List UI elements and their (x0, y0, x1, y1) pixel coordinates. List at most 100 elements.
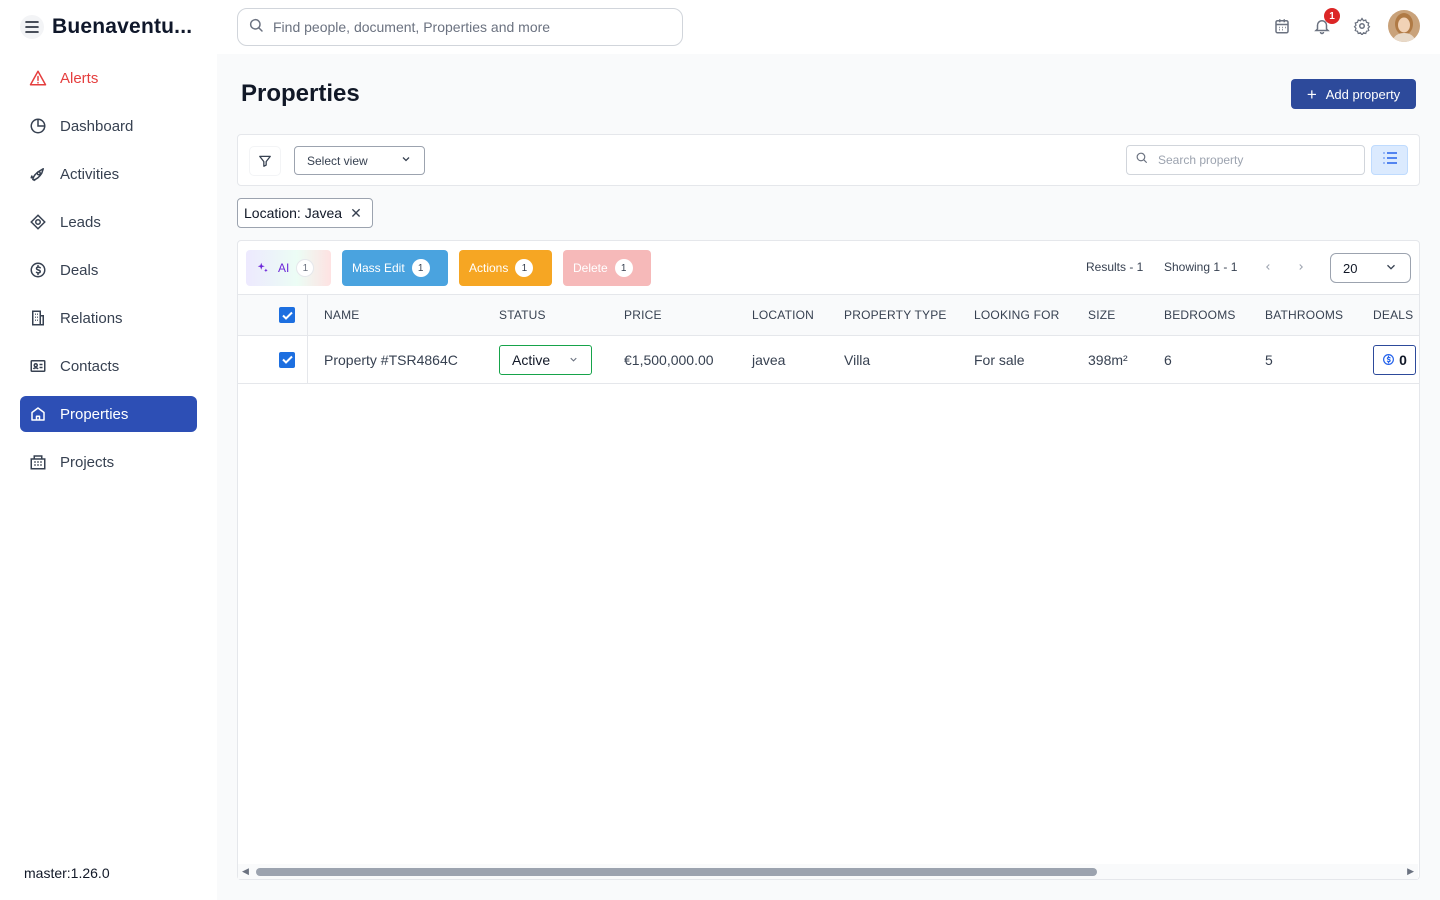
column-header-looking-for[interactable]: LOOKING FOR (974, 295, 1060, 335)
pie-chart-icon (29, 117, 47, 135)
list-icon (1383, 151, 1397, 169)
column-header-deals[interactable]: DEALS (1373, 295, 1413, 335)
column-divider (307, 295, 308, 335)
column-divider (307, 336, 308, 383)
app-version: master:1.26.0 (24, 865, 110, 881)
dollar-circle-icon (29, 261, 47, 279)
sidebar-item-relations[interactable]: Relations (20, 300, 197, 336)
city-icon (29, 453, 47, 471)
list-view-button[interactable] (1371, 145, 1408, 175)
global-search[interactable] (237, 8, 683, 46)
column-header-bathrooms[interactable]: BATHROOMS (1265, 295, 1343, 335)
alert-triangle-icon (29, 69, 47, 87)
sparkles-icon (256, 261, 270, 275)
filter-icon[interactable] (250, 147, 280, 175)
select-view-label: Select view (307, 153, 368, 168)
scroll-left-arrow-icon[interactable]: ◀ (242, 866, 249, 877)
app-title: Buenaventu... (52, 15, 193, 38)
cell-property-type: Villa (844, 351, 871, 368)
sidebar-item-dashboard[interactable]: Dashboard (20, 108, 197, 144)
select-all-checkbox[interactable] (279, 295, 295, 335)
check-icon (279, 307, 295, 323)
sidebar-item-label: Alerts (60, 69, 99, 87)
cell-deals: 0 (1373, 336, 1416, 383)
ai-button[interactable]: AI 1 (246, 250, 331, 286)
sidebar-item-leads[interactable]: Leads (20, 204, 197, 240)
cell-bedrooms: 6 (1164, 351, 1172, 368)
hamburger-menu-icon[interactable] (20, 15, 44, 39)
column-header-name[interactable]: NAME (324, 295, 359, 335)
close-icon[interactable]: ✕ (350, 205, 362, 222)
filter-bar: Select view (237, 134, 1420, 186)
chevron-down-icon (400, 153, 412, 168)
column-header-price[interactable]: PRICE (624, 295, 662, 335)
brand: Buenaventu... (20, 13, 192, 41)
per-page-select[interactable]: 20 (1330, 253, 1411, 283)
chevron-right-icon[interactable] (1293, 259, 1309, 275)
sidebar-item-alerts[interactable]: Alerts (20, 60, 197, 96)
horizontal-scrollbar[interactable]: ◀ ▶ (238, 864, 1418, 879)
mass-edit-count-badge: 1 (411, 259, 430, 277)
deals-count-button[interactable]: 0 (1373, 344, 1416, 375)
ai-count-badge: 1 (296, 259, 315, 277)
bell-icon[interactable]: 1 (1310, 8, 1340, 38)
gear-icon[interactable] (1350, 14, 1374, 38)
sidebar-item-contacts[interactable]: Contacts (20, 348, 197, 384)
chevron-left-icon[interactable] (1260, 259, 1276, 275)
actions-button[interactable]: Actions 1 (459, 250, 552, 286)
column-header-location[interactable]: LOCATION (752, 295, 814, 335)
notification-badge: 1 (1324, 8, 1340, 24)
calendar-icon[interactable] (1270, 14, 1294, 38)
sidebar-item-activities[interactable]: Activities (20, 156, 197, 192)
column-header-bedrooms[interactable]: BEDROOMS (1164, 295, 1236, 335)
search-icon (248, 17, 264, 38)
cell-location: javea (752, 351, 786, 368)
column-header-size[interactable]: SIZE (1088, 295, 1115, 335)
per-page-value: 20 (1343, 260, 1358, 276)
property-search[interactable] (1126, 145, 1365, 175)
property-search-input[interactable] (1158, 153, 1348, 167)
sidebar-item-properties[interactable]: Properties (20, 396, 197, 432)
add-property-button[interactable]: + Add property (1291, 79, 1416, 109)
sidebar-item-deals[interactable]: Deals (20, 252, 197, 288)
column-header-status[interactable]: STATUS (499, 295, 546, 335)
cell-name[interactable]: Property #TSR4864C (324, 336, 458, 383)
properties-table-card: AI 1 Mass Edit 1 Actions 1 Delete 1 Resu… (237, 240, 1420, 880)
scroll-right-arrow-icon[interactable]: ▶ (1407, 866, 1414, 877)
check-icon (279, 351, 295, 368)
sidebar-item-label: Activities (60, 165, 120, 183)
delete-count-badge: 1 (614, 259, 633, 277)
plus-icon: + (1306, 84, 1317, 104)
scrollbar-thumb[interactable] (256, 868, 1097, 876)
sidebar-item-projects[interactable]: Projects (20, 444, 197, 480)
chevron-down-icon (568, 352, 579, 368)
actions-label: Actions (469, 261, 509, 275)
row-checkbox[interactable] (279, 336, 295, 383)
global-search-input[interactable] (273, 19, 653, 35)
search-icon (1135, 151, 1148, 169)
select-view-dropdown[interactable]: Select view (294, 146, 425, 175)
sidebar-item-label: Deals (60, 261, 99, 279)
rocket-icon (29, 165, 47, 183)
cell-size: 398m² (1088, 351, 1128, 368)
sidebar-item-label: Properties (60, 405, 129, 423)
actions-count-badge: 1 (515, 259, 534, 277)
table-header: NAME STATUS PRICE LOCATION PROPERTY TYPE… (238, 294, 1419, 336)
cell-bathrooms: 5 (1265, 351, 1273, 368)
user-avatar[interactable] (1388, 10, 1420, 42)
deals-count: 0 (1399, 351, 1407, 368)
mass-edit-button[interactable]: Mass Edit 1 (342, 250, 448, 286)
sidebar-item-label: Contacts (60, 357, 120, 375)
showing-range: Showing 1 - 1 (1164, 260, 1238, 274)
contact-card-icon (29, 357, 47, 375)
filter-chip-label: Location: Javea (244, 205, 343, 221)
delete-button[interactable]: Delete 1 (563, 250, 651, 286)
sidebar-item-label: Dashboard (60, 117, 134, 135)
table-row[interactable]: Property #TSR4864C Active €1,500,000.00 … (238, 336, 1419, 384)
column-header-property-type[interactable]: PROPERTY TYPE (844, 295, 947, 335)
target-icon (29, 213, 47, 231)
sidebar: Buenaventu... Alerts Dashboard Activitie… (0, 0, 217, 900)
status-dropdown[interactable]: Active (499, 344, 592, 375)
status-value: Active (512, 351, 551, 368)
cell-price: €1,500,000.00 (624, 351, 714, 368)
